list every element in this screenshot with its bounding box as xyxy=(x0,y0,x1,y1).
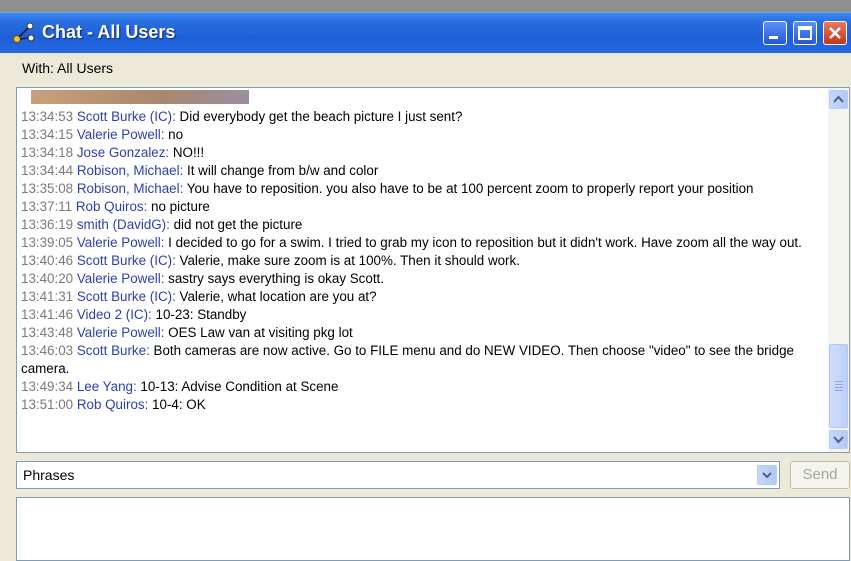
thumb-grip-line xyxy=(835,390,843,391)
message-timestamp: 13:49:34 xyxy=(21,379,74,394)
message-timestamp: 13:35:08 xyxy=(21,181,74,196)
message-timestamp: 13:46:03 xyxy=(21,343,74,358)
close-button[interactable] xyxy=(823,21,847,45)
minimize-icon xyxy=(769,36,778,39)
chat-log-content: 13:34:53 Scott Burke (IC): Did everybody… xyxy=(21,90,827,414)
chat-message: 13:43:48 Valerie Powell: OES Law van at … xyxy=(21,324,827,342)
message-sender: Lee Yang: xyxy=(76,379,137,394)
phrases-selected-value: Phrases xyxy=(23,467,75,483)
chat-log[interactable]: 13:34:53 Scott Burke (IC): Did everybody… xyxy=(16,87,850,453)
message-timestamp: 13:40:20 xyxy=(21,271,74,286)
chat-message: 13:35:08 Robison, Michael: You have to r… xyxy=(21,180,827,198)
scroll-thumb[interactable] xyxy=(829,344,848,428)
message-text: OES Law van at visiting pkg lot xyxy=(164,325,353,340)
maximize-button[interactable] xyxy=(793,21,817,45)
scroll-up-icon xyxy=(833,95,844,103)
chat-message: 13:34:53 Scott Burke (IC): Did everybody… xyxy=(21,108,827,126)
scroll-down-button[interactable] xyxy=(829,430,848,449)
app-icon xyxy=(12,21,36,45)
chat-message: 13:40:20 Valerie Powell: sastry says eve… xyxy=(21,270,827,288)
thumb-grip-line xyxy=(835,384,843,385)
message-text: no xyxy=(164,127,184,142)
message-text: did not get the picture xyxy=(169,217,303,232)
message-timestamp: 13:43:48 xyxy=(21,325,74,340)
chat-message: 13:41:46 Video 2 (IC): 10-23: Standby xyxy=(21,306,827,324)
chat-message: 13:34:15 Valerie Powell: no xyxy=(21,126,827,144)
chat-recipient-label: With: All Users xyxy=(22,60,114,76)
message-sender: Scott Burke (IC): xyxy=(76,289,176,304)
chat-message: 13:37:11 Rob Quiros: no picture xyxy=(21,198,827,216)
message-sender: Rob Quiros: xyxy=(76,397,149,412)
message-sender: Valerie Powell: xyxy=(76,235,165,250)
message-sender: smith (DavidG): xyxy=(76,217,170,232)
message-text: 10-4: OK xyxy=(148,397,206,412)
message-sender: Scott Burke: xyxy=(76,343,150,358)
message-sender: Scott Burke (IC): xyxy=(76,109,176,124)
phrases-dropdown[interactable]: Phrases xyxy=(16,461,780,489)
message-text: 10-13: Advise Condition at Scene xyxy=(136,379,339,394)
message-timestamp: 13:37:11 xyxy=(21,199,73,214)
desktop-strip-top xyxy=(0,0,851,12)
message-text: 10-23: Standby xyxy=(151,307,247,322)
message-sender: Valerie Powell: xyxy=(76,127,165,142)
chat-message: 13:39:05 Valerie Powell: I decided to go… xyxy=(21,234,827,252)
thumb-grip-line xyxy=(835,387,843,388)
message-sender: Video 2 (IC): xyxy=(76,307,152,322)
message-text: no picture xyxy=(147,199,210,214)
message-text: I decided to go for a swim. I tried to g… xyxy=(164,235,802,250)
message-sender: Jose Gonzalez: xyxy=(76,145,170,160)
message-sender: Robison, Michael: xyxy=(76,163,184,178)
message-text: NO!!! xyxy=(169,145,205,160)
chat-message: 13:46:03 Scott Burke: Both cameras are n… xyxy=(21,342,827,378)
message-sender: Valerie Powell: xyxy=(76,325,165,340)
message-text: Did everybody get the beach picture I ju… xyxy=(175,109,463,124)
scroll-down-icon xyxy=(833,436,844,444)
message-timestamp: 13:34:53 xyxy=(21,109,74,124)
message-timestamp: 13:39:05 xyxy=(21,235,74,250)
vertical-scrollbar[interactable] xyxy=(828,88,849,452)
chat-message: 13:51:00 Rob Quiros: 10-4: OK xyxy=(21,396,827,414)
redacted-header-bar xyxy=(31,90,249,104)
message-sender: Scott Burke (IC): xyxy=(76,253,176,268)
message-text: You have to reposition. you also have to… xyxy=(183,181,754,196)
message-sender: Robison, Michael: xyxy=(76,181,184,196)
message-timestamp: 13:34:15 xyxy=(21,127,74,142)
phrases-dropdown-button[interactable] xyxy=(757,465,777,485)
chat-message: 13:34:44 Robison, Michael: It will chang… xyxy=(21,162,827,180)
message-timestamp: 13:34:18 xyxy=(21,145,74,160)
message-text: Valerie, make sure zoom is at 100%. Then… xyxy=(175,253,520,268)
message-timestamp: 13:51:00 xyxy=(21,397,74,412)
maximize-icon xyxy=(798,26,812,40)
message-text: Valerie, what location are you at? xyxy=(175,289,377,304)
message-timestamp: 13:40:46 xyxy=(21,253,74,268)
chat-window: Chat - All Users With: All Users 13:34:5… xyxy=(0,0,851,561)
message-timestamp: 13:41:46 xyxy=(21,307,74,322)
thumb-grip-line xyxy=(835,381,843,382)
chat-message: 13:49:34 Lee Yang: 10-13: Advise Conditi… xyxy=(21,378,827,396)
chat-message: 13:34:18 Jose Gonzalez: NO!!! xyxy=(21,144,827,162)
message-timestamp: 13:34:44 xyxy=(21,163,74,178)
title-bar[interactable]: Chat - All Users xyxy=(0,12,851,53)
minimize-button[interactable] xyxy=(763,21,787,45)
message-text: It will change from b/w and color xyxy=(183,163,379,178)
message-timestamp: 13:41:31 xyxy=(21,289,74,304)
send-button[interactable]: Send xyxy=(790,461,850,489)
message-sender: Rob Quiros: xyxy=(75,199,148,214)
chat-message: 13:41:31 Scott Burke (IC): Valerie, what… xyxy=(21,288,827,306)
message-timestamp: 13:36:19 xyxy=(21,217,74,232)
message-sender: Valerie Powell: xyxy=(76,271,165,286)
close-icon xyxy=(829,27,841,39)
dropdown-arrow-icon xyxy=(762,472,772,479)
window-title: Chat - All Users xyxy=(42,22,176,42)
chat-message: 13:40:46 Scott Burke (IC): Valerie, make… xyxy=(21,252,827,270)
chat-message: 13:36:19 smith (DavidG): did not get the… xyxy=(21,216,827,234)
scroll-up-button[interactable] xyxy=(829,90,848,109)
message-text: sastry says everything is okay Scott. xyxy=(164,271,384,286)
message-input[interactable] xyxy=(16,497,850,561)
